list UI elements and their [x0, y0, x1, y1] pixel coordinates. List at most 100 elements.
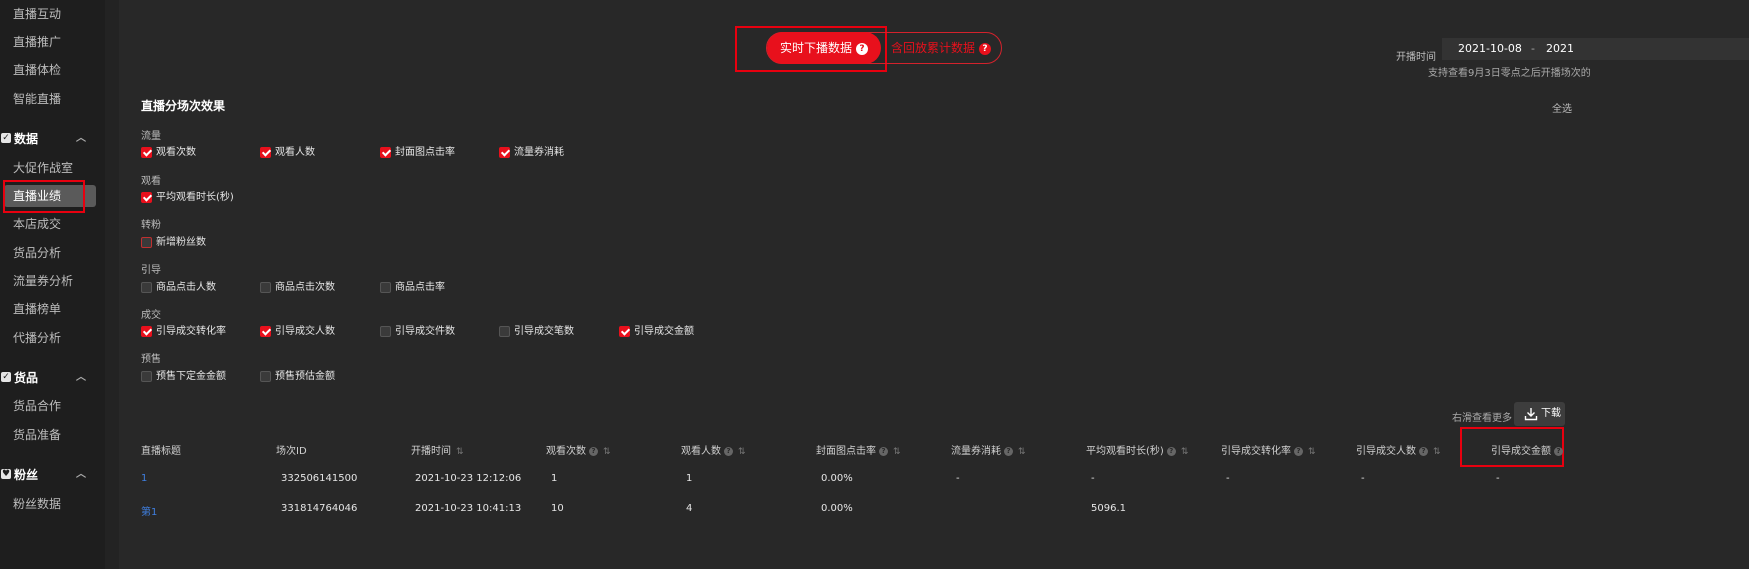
date-end-value[interactable]: 2021 [1546, 42, 1574, 55]
checkbox-box[interactable] [380, 147, 391, 158]
sort-icon[interactable]: ⇅ [1018, 447, 1026, 457]
data-mode-toggle: 实时下播数据? 含回放累计数据? [766, 32, 1002, 64]
checkbox-box[interactable] [141, 192, 152, 203]
checkbox-label: 商品点击人数 [156, 282, 216, 293]
column-header-deal-amount[interactable]: 引导成交金额? [1491, 442, 1563, 457]
checkbox-box[interactable] [141, 326, 152, 337]
sidebar-item-goods-cooperation[interactable]: 货品合作 [13, 395, 61, 417]
table-cell: - [1496, 473, 1500, 484]
sort-icon[interactable]: ⇅ [738, 447, 746, 457]
sidebar-item-live-promotion[interactable]: 直播推广 [13, 31, 61, 53]
table-cell: - [956, 473, 960, 484]
column-label: 观看人数 [681, 446, 721, 457]
sort-icon[interactable]: ⇅ [603, 447, 611, 457]
checkbox-box[interactable] [141, 237, 152, 248]
sidebar-item-live-ranking[interactable]: 直播榜单 [13, 298, 61, 320]
help-icon[interactable]: ? [1166, 446, 1176, 456]
help-icon[interactable]: ? [1554, 446, 1563, 456]
metric-group-label: 预售 [141, 354, 161, 365]
replay-cumulative-tab[interactable]: 含回放累计数据? [891, 33, 992, 63]
column-label: 场次ID [276, 446, 307, 457]
checkbox-box[interactable] [260, 326, 271, 337]
help-icon[interactable]: ? [1004, 446, 1013, 456]
sidebar-group-fans[interactable]: ♥ 粉丝 ︿ [0, 464, 100, 486]
help-icon[interactable]: ? [1294, 446, 1303, 456]
date-separator: - [1531, 42, 1535, 55]
sidebar-item-store-deals[interactable]: 本店成交 [13, 213, 61, 235]
checkbox-label: 平均观看时长(秒) [156, 192, 234, 203]
sort-icon[interactable]: ⇅ [893, 447, 901, 457]
help-icon[interactable]: ? [879, 446, 888, 456]
table-cell: 0.00% [821, 473, 853, 484]
replay-cumulative-label: 含回放累计数据 [891, 41, 976, 55]
chevron-up-icon: ︿ [76, 469, 86, 480]
sidebar-group-goods[interactable]: ✓ 货品 ︿ [0, 367, 100, 389]
sidebar-item-promo-war-room[interactable]: 大促作战室 [13, 157, 73, 179]
column-header-view-count[interactable]: 观看次数? ⇅ [546, 442, 611, 457]
table-cell: - [1091, 473, 1095, 484]
column-header-deal-users[interactable]: 引导成交人数? ⇅ [1356, 442, 1441, 457]
checkbox-box[interactable] [619, 326, 630, 337]
sidebar-item-live-interaction[interactable]: 直播互动 [13, 3, 61, 25]
table-cell: - [1361, 473, 1365, 484]
checkbox-box[interactable] [380, 326, 391, 337]
checkbox-box[interactable] [260, 147, 271, 158]
table-cell: 1 [686, 473, 693, 484]
table-cell: 10 [551, 503, 564, 514]
column-label: 开播时间 [411, 446, 451, 457]
sort-icon[interactable]: ⇅ [1181, 447, 1189, 457]
sidebar-gutter [105, 0, 119, 569]
metric-group-label: 成交 [141, 310, 161, 321]
column-header-deal-conversion-rate[interactable]: 引导成交转化率? ⇅ [1221, 442, 1316, 457]
checkbox-box[interactable] [499, 147, 510, 158]
checkbox-box[interactable] [141, 147, 152, 158]
help-icon[interactable]: ? [979, 42, 992, 55]
column-label: 引导成交金额 [1491, 446, 1551, 457]
download-button[interactable]: 下载 [1514, 402, 1565, 426]
column-header-coupon-consumption[interactable]: 流量券消耗? ⇅ [951, 442, 1026, 457]
table-cell-title-link[interactable]: 第1 [141, 503, 157, 518]
download-icon [1524, 408, 1538, 421]
sidebar-item-smart-live[interactable]: 智能直播 [13, 88, 61, 110]
checkbox-label: 流量券消耗 [514, 147, 564, 158]
column-header-viewer-count[interactable]: 观看人数? ⇅ [681, 442, 746, 457]
checkbox-box[interactable] [141, 371, 152, 382]
table-cell-title-link[interactable]: 1 [141, 473, 147, 484]
sort-icon[interactable]: ⇅ [1433, 447, 1441, 457]
table-cell: - [1226, 473, 1230, 484]
checkbox-box[interactable] [141, 282, 152, 293]
checkbox-label: 观看次数 [156, 147, 196, 158]
column-label: 流量券消耗 [951, 446, 1001, 457]
sort-icon[interactable]: ⇅ [456, 447, 464, 457]
help-icon[interactable]: ? [589, 446, 598, 456]
sidebar-item-coupon-analysis[interactable]: 流量券分析 [13, 270, 73, 292]
checkbox-box[interactable] [499, 326, 510, 337]
column-header-session-id: 场次ID [276, 442, 307, 457]
sidebar-item-proxy-analysis[interactable]: 代播分析 [13, 327, 61, 349]
fans-icon: ♥ [1, 469, 11, 479]
column-header-start-time[interactable]: 开播时间 ⇅ [411, 442, 464, 457]
column-header-avg-watch-time[interactable]: 平均观看时长(秒)? ⇅ [1086, 442, 1188, 457]
sort-icon[interactable]: ⇅ [1308, 447, 1316, 457]
realtime-data-tab[interactable]: 实时下播数据? [767, 32, 881, 64]
help-icon[interactable]: ? [1419, 446, 1428, 456]
help-icon[interactable]: ? [856, 42, 868, 55]
checkbox-box[interactable] [380, 282, 391, 293]
help-icon[interactable]: ? [724, 446, 733, 456]
sidebar-item-goods-analysis[interactable]: 货品分析 [13, 242, 61, 264]
checkbox-box[interactable] [260, 282, 271, 293]
checkbox-label: 封面图点击率 [395, 147, 455, 158]
sidebar-item-fans-data[interactable]: 粉丝数据 [13, 493, 61, 515]
select-all-link[interactable]: 全选 [1552, 100, 1572, 115]
sidebar-item-goods-prep[interactable]: 货品准备 [13, 424, 61, 446]
checkbox-label: 新增粉丝数 [156, 237, 206, 248]
date-start-value[interactable]: 2021-10-08 [1458, 42, 1522, 55]
checkbox-label: 引导成交件数 [395, 326, 455, 337]
table-cell: 2021-10-23 12:12:06 [415, 473, 522, 484]
column-header-cover-ctr[interactable]: 封面图点击率? ⇅ [816, 442, 901, 457]
checkbox-box[interactable] [260, 371, 271, 382]
sidebar-item-live-checkup[interactable]: 直播体检 [13, 59, 61, 81]
metric-group-label: 引导 [141, 265, 161, 276]
checkbox-label: 预售预估金额 [275, 371, 335, 382]
sidebar-group-data[interactable]: ✓ 数据 ︿ [0, 128, 100, 150]
